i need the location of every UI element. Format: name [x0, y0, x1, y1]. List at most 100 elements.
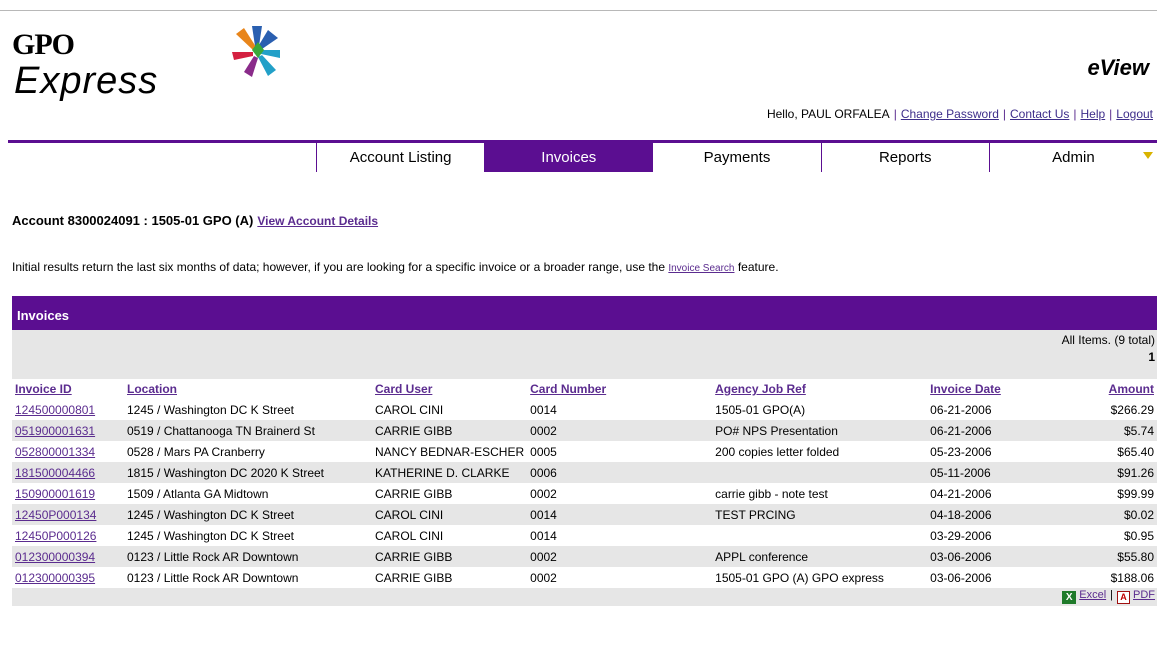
agency-job-ref-cell: TEST PRCING: [712, 504, 928, 525]
sort-invoice-id[interactable]: Invoice ID: [15, 382, 72, 396]
invoice-id-link[interactable]: 124500000801: [15, 403, 95, 417]
card-user-cell: CAROL CINI: [375, 528, 444, 543]
invoice-search-link[interactable]: Invoice Search: [668, 263, 734, 274]
change-password-link[interactable]: Change Password: [901, 107, 999, 121]
invoice-id-link[interactable]: 012300000394: [15, 550, 95, 564]
invoice-date-cell: 03-29-2006: [930, 528, 992, 543]
invoice-id-link[interactable]: 012300000395: [15, 571, 95, 585]
page-number[interactable]: 1: [1148, 350, 1155, 364]
tab-admin[interactable]: Admin: [988, 143, 1157, 172]
agency-job-ref-cell: 1505-01 GPO(A): [715, 402, 806, 417]
invoice-id-cell: 012300000394: [12, 546, 124, 567]
agency-job-ref-cell: 1505-01 GPO (A) GPO express: [715, 570, 884, 585]
invoice-date-cell: 03-06-2006: [930, 570, 992, 585]
export-pdf-link[interactable]: PDF: [1133, 589, 1155, 601]
account-heading: Account 8300024091 : 1505-01 GPO (A) View…: [12, 213, 378, 228]
sort-card-number[interactable]: Card Number: [530, 382, 606, 396]
help-link[interactable]: Help: [1080, 107, 1105, 121]
invoice-id-cell: 12450P000134: [12, 504, 124, 525]
separator: |: [893, 107, 897, 121]
pdf-icon[interactable]: A: [1117, 591, 1130, 604]
sort-invoice-date[interactable]: Invoice Date: [930, 382, 1001, 396]
invoice-id-link[interactable]: 150900001619: [15, 487, 95, 501]
card-user-cell: KATHERINE D. CLARKE: [372, 462, 528, 483]
location-cell: 1815 / Washington DC 2020 K Street: [124, 462, 372, 483]
location-cell: 1509 / Atlanta GA Midtown: [127, 486, 269, 501]
invoices-panel-title: Invoices: [12, 296, 1157, 330]
agency-job-ref-cell: PO# NPS Presentation: [712, 420, 928, 441]
invoice-id-cell: 124500000801: [12, 399, 124, 420]
table-footer: X Excel | A PDF: [12, 588, 1157, 606]
invoice-date-cell: 03-06-2006: [927, 546, 1068, 567]
tab-reports[interactable]: Reports: [820, 143, 989, 172]
table-row: 051900001631 0519 / Chattanooga TN Braine…: [12, 420, 1157, 441]
tab-payments[interactable]: Payments: [652, 143, 821, 172]
card-user-cell: CARRIE GIBB: [375, 570, 453, 585]
card-user-cell: CAROL CINI: [372, 504, 528, 525]
intro-text: Initial results return the last six mont…: [12, 260, 779, 274]
separator: |: [1109, 107, 1113, 121]
starburst-icon: [232, 26, 280, 77]
location-cell: 0528 / Mars PA Cranberry: [127, 444, 265, 459]
top-rule: [0, 10, 1157, 11]
amount-cell: $0.02: [1067, 504, 1157, 525]
invoice-id-link[interactable]: 052800001334: [15, 445, 95, 459]
table-row: 12450P000134 1245 / Washington DC K Stree…: [12, 504, 1157, 525]
gpo-express-logo[interactable]: GPO Express: [12, 26, 302, 128]
results-summary: All Items. (9 total) 1: [12, 330, 1157, 379]
invoice-rows: 124500000801 1245 / Washington DC K Stree…: [12, 399, 1157, 588]
amount-cell: $266.29: [1110, 402, 1154, 417]
card-user-cell: CARRIE GIBB: [375, 486, 453, 501]
table-row: 012300000395 0123 / Little Rock AR Downto…: [12, 567, 1157, 588]
invoice-id-link[interactable]: 12450P000134: [15, 508, 96, 522]
logout-link[interactable]: Logout: [1116, 107, 1153, 121]
card-number-cell: 0002: [527, 546, 713, 567]
invoice-id-link[interactable]: 051900001631: [15, 424, 95, 438]
location-cell: 1245 / Washington DC K Street: [124, 504, 372, 525]
invoice-id-cell: 181500004466: [12, 462, 124, 483]
table-row: 052800001334 0528 / Mars PA Cranberry NANC…: [12, 441, 1157, 462]
agency-job-ref-cell: APPL conference: [712, 546, 928, 567]
tab-account-listing[interactable]: Account Listing: [316, 143, 485, 172]
table-row: 150900001619 1509 / Atlanta GA Midtown CAR…: [12, 483, 1157, 504]
contact-us-link[interactable]: Contact Us: [1010, 107, 1069, 121]
agency-job-ref-cell: [712, 525, 927, 546]
amount-cell: $0.95: [1123, 528, 1154, 543]
tab-admin-label: Admin: [1052, 149, 1095, 166]
item-count: All Items. (9 total): [1061, 333, 1155, 347]
sort-card-user[interactable]: Card User: [375, 382, 432, 396]
separator: |: [1073, 107, 1077, 121]
amount-cell: $5.74: [1067, 420, 1157, 441]
export-excel-link[interactable]: Excel: [1079, 589, 1106, 601]
main-nav: Account Listing Invoices Payments Report…: [316, 143, 1157, 172]
card-number-cell: 0002: [527, 420, 713, 441]
location-cell: 1245 / Washington DC K Street: [127, 402, 294, 417]
amount-cell: $91.26: [1067, 462, 1157, 483]
dropdown-caret-icon[interactable]: [1143, 152, 1154, 159]
card-number-cell: 0014: [527, 504, 713, 525]
eview-brand: eView: [1087, 55, 1149, 80]
invoice-id-cell: 052800001334: [12, 441, 124, 462]
excel-icon[interactable]: X: [1062, 591, 1077, 604]
agency-job-ref-cell: [712, 462, 928, 483]
table-row: 124500000801 1245 / Washington DC K Stree…: [12, 399, 1157, 420]
invoice-date-cell: 04-21-2006: [930, 486, 992, 501]
intro-text-before: Initial results return the last six mont…: [12, 260, 669, 274]
sort-amount[interactable]: Amount: [1109, 382, 1154, 396]
amount-cell: $65.40: [1117, 444, 1154, 459]
tab-invoices[interactable]: Invoices: [484, 143, 653, 172]
sort-location[interactable]: Location: [127, 382, 177, 396]
sort-agency-job-ref[interactable]: Agency Job Ref: [715, 382, 806, 396]
invoice-id-link[interactable]: 181500004466: [15, 466, 95, 480]
card-user-cell: CARRIE GIBB: [372, 420, 528, 441]
user-greeting: Hello, PAUL ORFALEA: [766, 107, 890, 121]
invoice-date-cell: 05-11-2006: [927, 462, 1068, 483]
separator: |: [1110, 589, 1113, 601]
amount-cell: $99.99: [1117, 486, 1154, 501]
card-user-cell: CAROL CINI: [375, 402, 444, 417]
view-account-details-link[interactable]: View Account Details: [257, 214, 378, 228]
invoice-id-cell: 051900001631: [12, 420, 124, 441]
invoice-id-link[interactable]: 12450P000126: [15, 529, 96, 543]
table-row: 012300000394 0123 / Little Rock AR Downto…: [12, 546, 1157, 567]
card-number-cell: 0014: [530, 528, 557, 543]
